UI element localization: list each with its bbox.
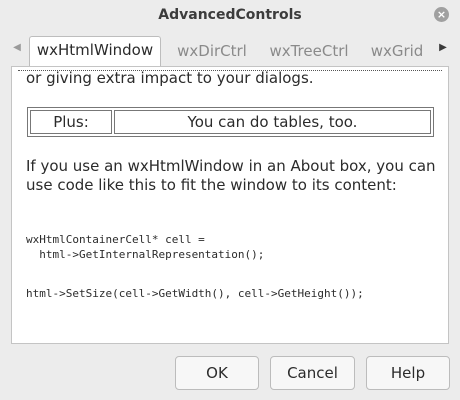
help-button[interactable]: Help: [366, 356, 450, 390]
intro-text: or giving extra impact to your dialogs.: [26, 69, 314, 87]
close-icon[interactable]: ×: [434, 7, 449, 22]
table-cell-tables: You can do tables, too.: [114, 110, 431, 134]
tab-bar: ◀ wxHtmlWindow wxDirCtrl wxTreeCtrl wxGr…: [10, 36, 450, 66]
tab-scroll-right-icon[interactable]: ▶: [436, 42, 450, 53]
code-block-setsize: html->SetSize(cell->GetWidth(), cell->Ge…: [26, 287, 364, 300]
html-table: Plus: You can do tables, too.: [27, 107, 434, 137]
ok-button[interactable]: OK: [175, 356, 259, 390]
window-title: AdvancedControls: [158, 7, 302, 23]
tab-wxgrid[interactable]: wxGrid: [364, 38, 430, 66]
tab-wxtreectrl[interactable]: wxTreeCtrl: [263, 38, 355, 66]
table-cell-plus: Plus:: [30, 110, 112, 134]
tab-scroll-left-icon[interactable]: ◀: [10, 42, 24, 53]
code-block-cell: wxHtmlContainerCell* cell = html->GetInt…: [26, 233, 265, 261]
title-bar: AdvancedControls ×: [0, 0, 460, 30]
cancel-button[interactable]: Cancel: [270, 356, 355, 390]
html-window[interactable]: or giving extra impact to your dialogs. …: [11, 66, 449, 344]
tab-wxdirctrl[interactable]: wxDirCtrl: [170, 38, 254, 66]
tab-wxhtmlwindow[interactable]: wxHtmlWindow: [29, 36, 161, 66]
about-box-paragraph: If you use an wxHtmlWindow in an About b…: [26, 157, 436, 194]
